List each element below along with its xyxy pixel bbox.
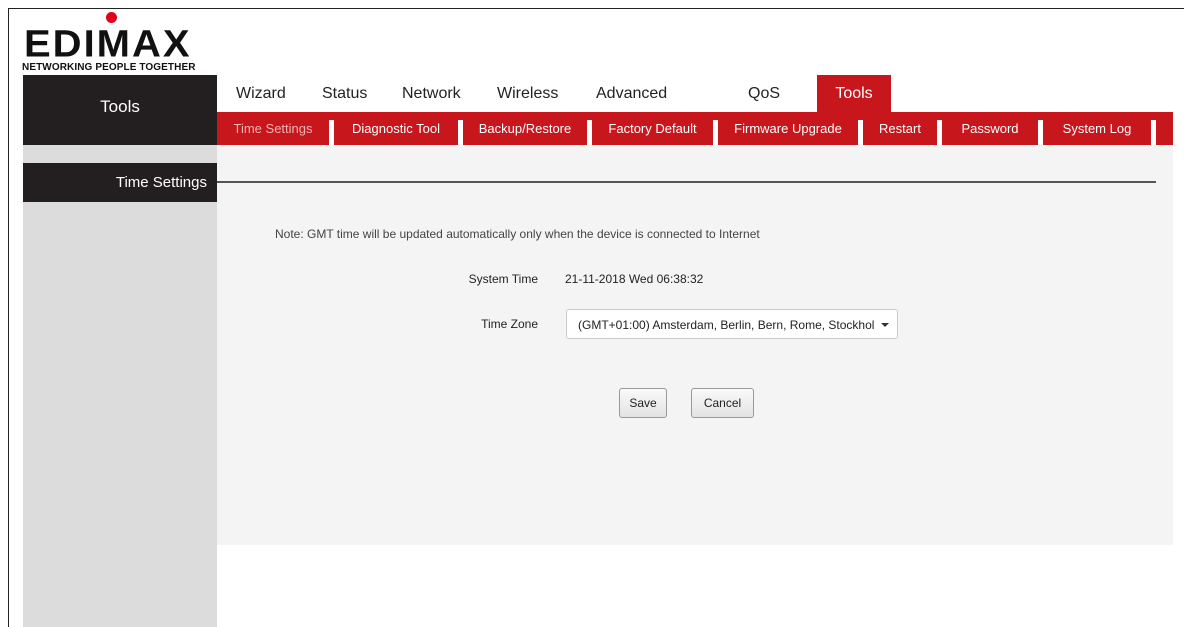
time-zone-selected-value: (GMT+01:00) Amsterdam, Berlin, Bern, Rom… xyxy=(578,318,875,332)
subtab-time-settings[interactable]: Time Settings xyxy=(217,112,329,145)
sidebar xyxy=(23,145,217,627)
sidebar-item-label: Time Settings xyxy=(115,174,207,191)
window-border-left xyxy=(8,8,9,627)
content-panel xyxy=(217,145,1173,545)
tab-advanced-settings[interactable]: Advanced Settings xyxy=(596,75,667,139)
edimax-logo: EDIMAX NETWORKING PEOPLE TOGETHER xyxy=(22,12,222,74)
sidebar-header-label: Tools xyxy=(100,97,140,116)
system-time-value: 21-11-2018 Wed 06:38:32 xyxy=(565,272,704,286)
subtab-factory-default[interactable]: Factory Default xyxy=(592,112,713,145)
time-zone-label: Time Zone xyxy=(481,317,538,331)
subtab-backup-restore[interactable]: Backup/Restore xyxy=(463,112,587,145)
section-divider xyxy=(217,181,1156,183)
chevron-down-icon xyxy=(881,323,889,327)
save-button[interactable]: Save xyxy=(619,388,667,418)
tab-qos[interactable]: QoS xyxy=(748,75,780,112)
gmt-note: Note: GMT time will be updated automatic… xyxy=(275,227,760,241)
time-zone-select[interactable]: (GMT+01:00) Amsterdam, Berlin, Bern, Rom… xyxy=(566,309,898,339)
subtab-system-log[interactable]: System Log xyxy=(1043,112,1151,145)
tab-status[interactable]: Status xyxy=(322,75,367,112)
subtab-restart[interactable]: Restart xyxy=(863,112,937,145)
subtab-firmware-upgrade[interactable]: Firmware Upgrade xyxy=(718,112,858,145)
system-time-label: System Time xyxy=(468,272,538,286)
subtab-diagnostic-tool[interactable]: Diagnostic Tool xyxy=(334,112,458,145)
cancel-button[interactable]: Cancel xyxy=(691,388,754,418)
window-border-top xyxy=(8,8,1184,9)
logo-tagline: NETWORKING PEOPLE TOGETHER xyxy=(22,62,196,73)
logo-red-dot-icon xyxy=(106,12,117,23)
tab-network[interactable]: Network xyxy=(402,75,461,112)
sidebar-header: Tools xyxy=(23,75,217,145)
tab-tools[interactable]: Tools xyxy=(817,75,891,112)
sub-nav: Time Settings Diagnostic Tool Backup/Res… xyxy=(217,112,1173,145)
tab-wireless[interactable]: Wireless xyxy=(497,75,558,112)
logo-wordmark: EDIMAX xyxy=(24,23,192,65)
subnav-divider xyxy=(1151,120,1156,145)
subtab-password[interactable]: Password xyxy=(942,112,1038,145)
sidebar-item-time-settings[interactable]: Time Settings xyxy=(23,163,217,202)
tab-wizard[interactable]: Wizard xyxy=(236,75,286,112)
